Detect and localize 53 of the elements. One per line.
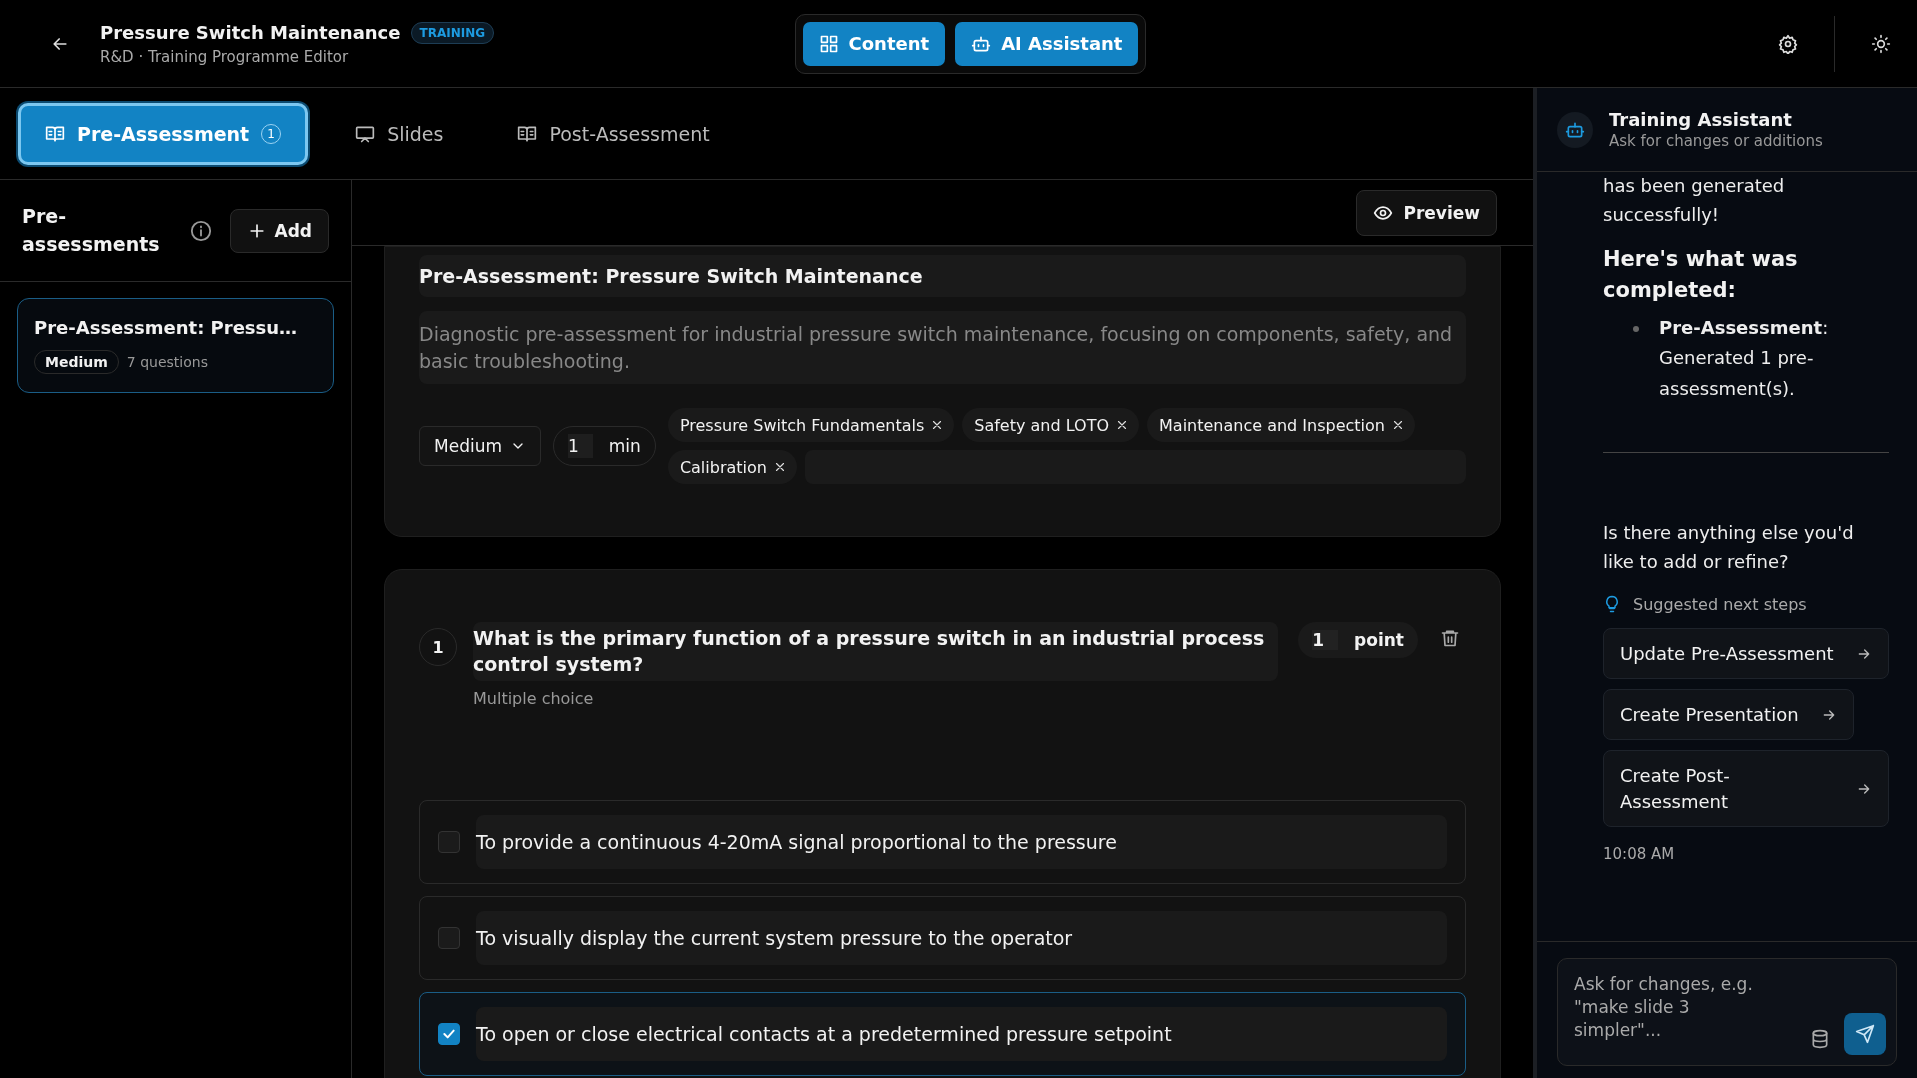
add-button[interactable]: Add (229, 208, 329, 253)
answer-field[interactable]: To open or close electrical contacts at a predetermined pressure setpoint (476, 1007, 1447, 1062)
assistant-title: Training Assistant (1609, 109, 1793, 130)
message-heading: Here's what was completed: (1603, 245, 1799, 305)
sun-icon (1871, 33, 1891, 54)
breadcrumb: R&D · Training Programme Editor (100, 47, 350, 66)
view-button[interactable]: Content (802, 21, 946, 66)
description-field[interactable]: Diagnostic pre-assessment for industrial pressure switch maintenance, focusing on components, safety, and basic troubleshooting. (419, 311, 1466, 385)
question-field[interactable]: What is the primary function of a pressure switch in an industrial process control system? (473, 622, 1279, 682)
message-composer[interactable]: Ask for changes, e.g. "make slide 3 simpler"... (1557, 958, 1897, 1066)
checkbox[interactable] (438, 1023, 460, 1046)
message-text: has been generated successfully! (1603, 174, 1786, 227)
topic-tag: Calibration (667, 450, 797, 485)
tab[interactable]: Slides (328, 102, 471, 165)
topic-tag: Maintenance and Inspection (1147, 408, 1415, 443)
message-time: 10:08 AM (1603, 844, 1675, 863)
suggestion-button[interactable]: Update Pre-Assessment (1603, 627, 1889, 680)
topic-tag: Pressure Switch Fundamentals (667, 408, 955, 443)
question-count: 7 questions (126, 354, 208, 370)
section-title: Pre-assessments (22, 203, 160, 257)
suggestion-button[interactable]: Create Presentation (1603, 689, 1854, 741)
assistant-subtitle: Ask for changes or additions (1609, 132, 1823, 150)
suggestion-button[interactable]: Create Post-Assessment (1603, 750, 1889, 827)
page-title: Pressure Switch Maintenance (100, 22, 401, 43)
info-icon (189, 219, 212, 242)
send-button[interactable] (1844, 1013, 1886, 1055)
question-type: Multiple choice (473, 689, 595, 709)
tab[interactable]: Pre-Assessment 1 (18, 102, 309, 165)
topic-tag: Safety and LOTO (962, 408, 1140, 443)
difficulty-dropdown[interactable]: Medium (419, 426, 541, 467)
title-field[interactable]: Pre-Assessment: Pressure Switch Maintenance (419, 255, 1466, 297)
settings-icon (1778, 33, 1798, 54)
lightbulb-icon (1603, 595, 1621, 614)
assessment-title: Pre-Assessment: Pressu… (34, 317, 299, 338)
preview-button[interactable]: Preview (1356, 189, 1497, 236)
suggestions-label: Suggested next steps (1633, 594, 1807, 614)
trash-icon (1440, 628, 1460, 649)
list-item: Pre-Assessment: Generated 1 pre-assessment(s). (1659, 315, 1830, 401)
answer-field[interactable]: To visually display the current system pressure to the operator (476, 911, 1447, 966)
assessment-card[interactable]: Pre-Assessment: Pressu… Medium 7 questions (17, 298, 334, 393)
checkbox[interactable] (438, 927, 460, 950)
status-badge: TRAINING (410, 21, 495, 44)
tab[interactable]: Post-Assessment (490, 102, 737, 165)
database-icon (1810, 1029, 1830, 1049)
send-icon (1855, 1024, 1875, 1044)
grid-icon (818, 33, 839, 54)
bullet-icon (1633, 325, 1639, 332)
message-input[interactable]: Ask for changes, e.g. "make slide 3 simpler"... (1572, 971, 1772, 1055)
message-text: Is there anything else you'd like to add or refine? (1603, 521, 1855, 575)
checkbox[interactable] (438, 831, 460, 854)
answer-field[interactable]: To provide a continuous 4-20mA signal proportional to the pressure (476, 815, 1447, 870)
points-field[interactable]: 1 point (1298, 622, 1418, 659)
view-button[interactable]: AI Assistant (955, 21, 1139, 66)
